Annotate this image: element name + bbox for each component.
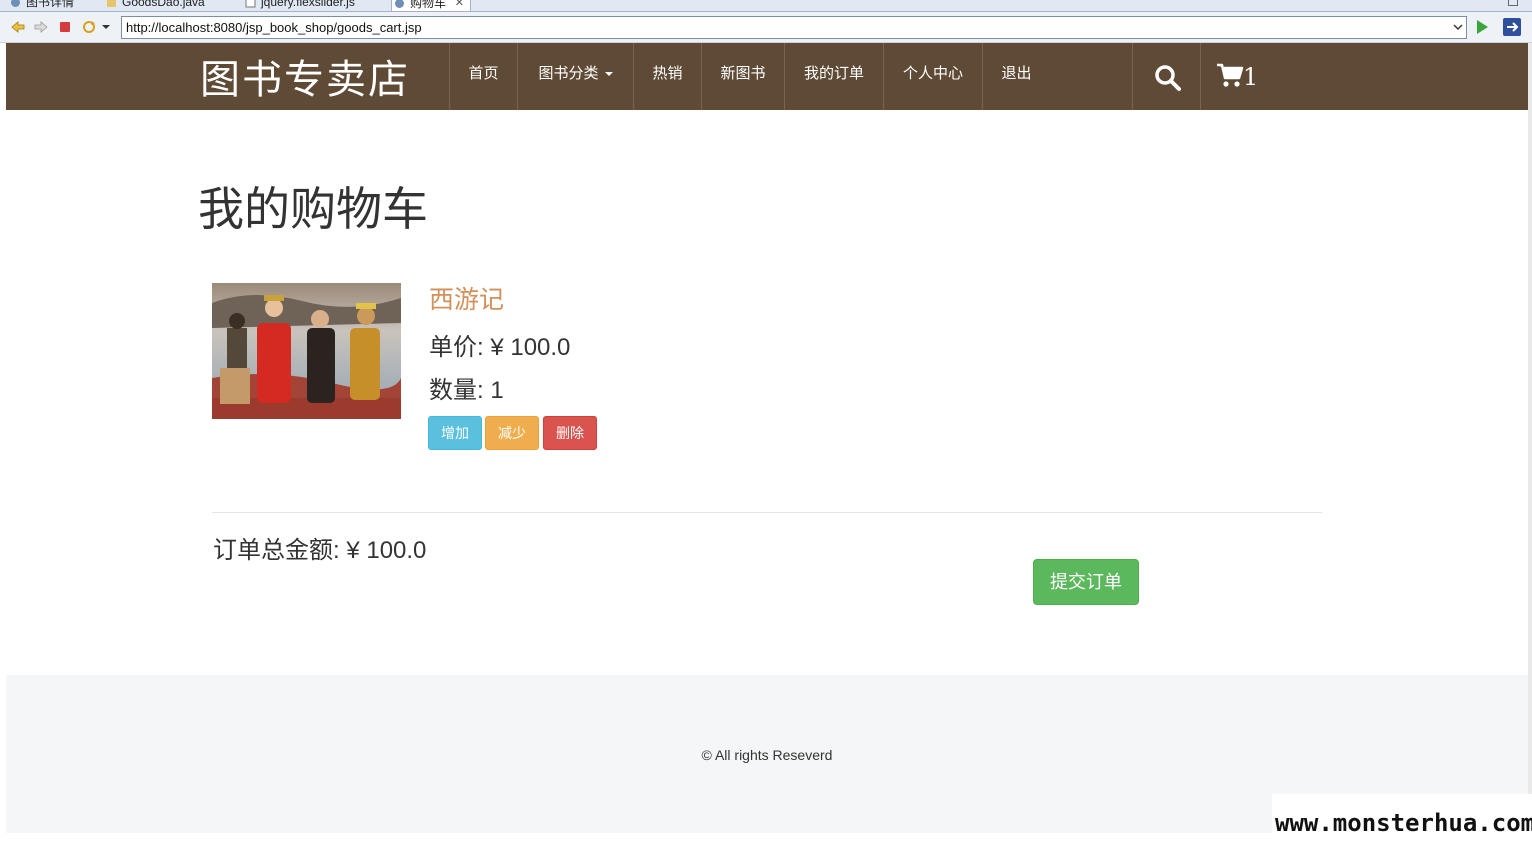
caret-down-icon <box>604 72 613 77</box>
search-button[interactable] <box>1132 43 1200 110</box>
refresh-icon[interactable] <box>81 19 97 35</box>
page-title: 我的购物车 <box>198 182 428 236</box>
browser-toolbar <box>0 12 1532 43</box>
brand-logo[interactable]: 图书专卖店 <box>200 47 410 105</box>
nav-hot[interactable]: 热销 <box>633 43 701 110</box>
forward-arrow-icon[interactable] <box>33 19 49 35</box>
tab-label: GoodsDao.java <box>122 0 205 9</box>
java-file-icon <box>107 0 116 7</box>
stop-icon[interactable] <box>57 19 73 35</box>
tab-flexslider-js[interactable]: jquery.flexslider.js <box>243 0 355 11</box>
divider <box>212 512 1322 513</box>
nav-label: 热销 <box>652 65 683 82</box>
chevron-down-icon[interactable] <box>101 19 111 35</box>
tab-book-detail[interactable]: 图书详情 <box>8 0 75 11</box>
address-bar[interactable] <box>121 16 1467 39</box>
tab-label: 图书详情 <box>26 0 75 9</box>
globe-icon <box>11 0 20 7</box>
increase-button[interactable]: 增加 <box>428 416 482 450</box>
tab-label: 购物车 <box>410 0 447 10</box>
nav-label: 退出 <box>1001 65 1032 82</box>
nav-categories-dropdown[interactable]: 图书分类 <box>517 43 633 110</box>
copyright-text: © All rights Reseverd <box>701 747 833 763</box>
order-total: 订单总金额: ¥ 100.0 <box>213 537 427 564</box>
nav-label: 新图书 <box>720 65 766 82</box>
search-icon <box>1155 65 1181 91</box>
nav-label: 个人中心 <box>902 65 963 82</box>
decrease-button[interactable]: 减少 <box>485 416 539 450</box>
maximize-icon[interactable] <box>1508 0 1518 6</box>
globe-icon <box>395 0 404 8</box>
window-edge <box>1528 43 1532 853</box>
close-icon[interactable]: ✕ <box>455 0 464 11</box>
nav-label: 图书分类 <box>538 65 599 82</box>
nav-home[interactable]: 首页 <box>449 43 517 110</box>
product-name-link[interactable]: 西游记 <box>429 280 504 316</box>
nav-logout[interactable]: 退出 <box>982 43 1050 110</box>
nav-profile[interactable]: 个人中心 <box>883 43 982 110</box>
product-photo <box>212 283 401 419</box>
nav-new-books[interactable]: 新图书 <box>701 43 784 110</box>
tab-label: jquery.flexslider.js <box>261 0 355 9</box>
quantity: 数量: 1 <box>429 377 504 404</box>
back-arrow-icon[interactable] <box>10 19 26 35</box>
site-navbar: 图书专卖店 首页 图书分类 热销 新图书 我的订单 个人中心 退出 1 <box>6 43 1528 110</box>
product-image[interactable] <box>212 283 401 419</box>
nav-label: 我的订单 <box>803 65 864 82</box>
cart-button[interactable]: 1 <box>1200 43 1280 110</box>
external-browser-icon[interactable] <box>1503 18 1521 36</box>
nav-my-orders[interactable]: 我的订单 <box>784 43 883 110</box>
unit-price: 单价: ¥ 100.0 <box>429 334 571 361</box>
editor-tab-strip: 图书详情 GoodsDao.java jquery.flexslider.js … <box>0 0 1532 12</box>
watermark-text: www.monsterhua.com <box>1272 794 1532 853</box>
shopping-cart-icon <box>1217 63 1244 87</box>
url-input[interactable] <box>122 17 1442 38</box>
delete-button[interactable]: 删除 <box>543 416 597 450</box>
chevron-down-icon[interactable] <box>1453 20 1463 34</box>
tab-goodsdao-java[interactable]: GoodsDao.java <box>104 0 205 11</box>
submit-order-button[interactable]: 提交订单 <box>1033 559 1139 605</box>
go-icon[interactable] <box>1474 18 1490 36</box>
nav-label: 首页 <box>468 65 499 82</box>
js-file-icon <box>245 0 256 8</box>
tab-cart[interactable]: 购物车 ✕ <box>391 0 472 11</box>
cart-count-badge: 1 <box>1243 63 1259 91</box>
